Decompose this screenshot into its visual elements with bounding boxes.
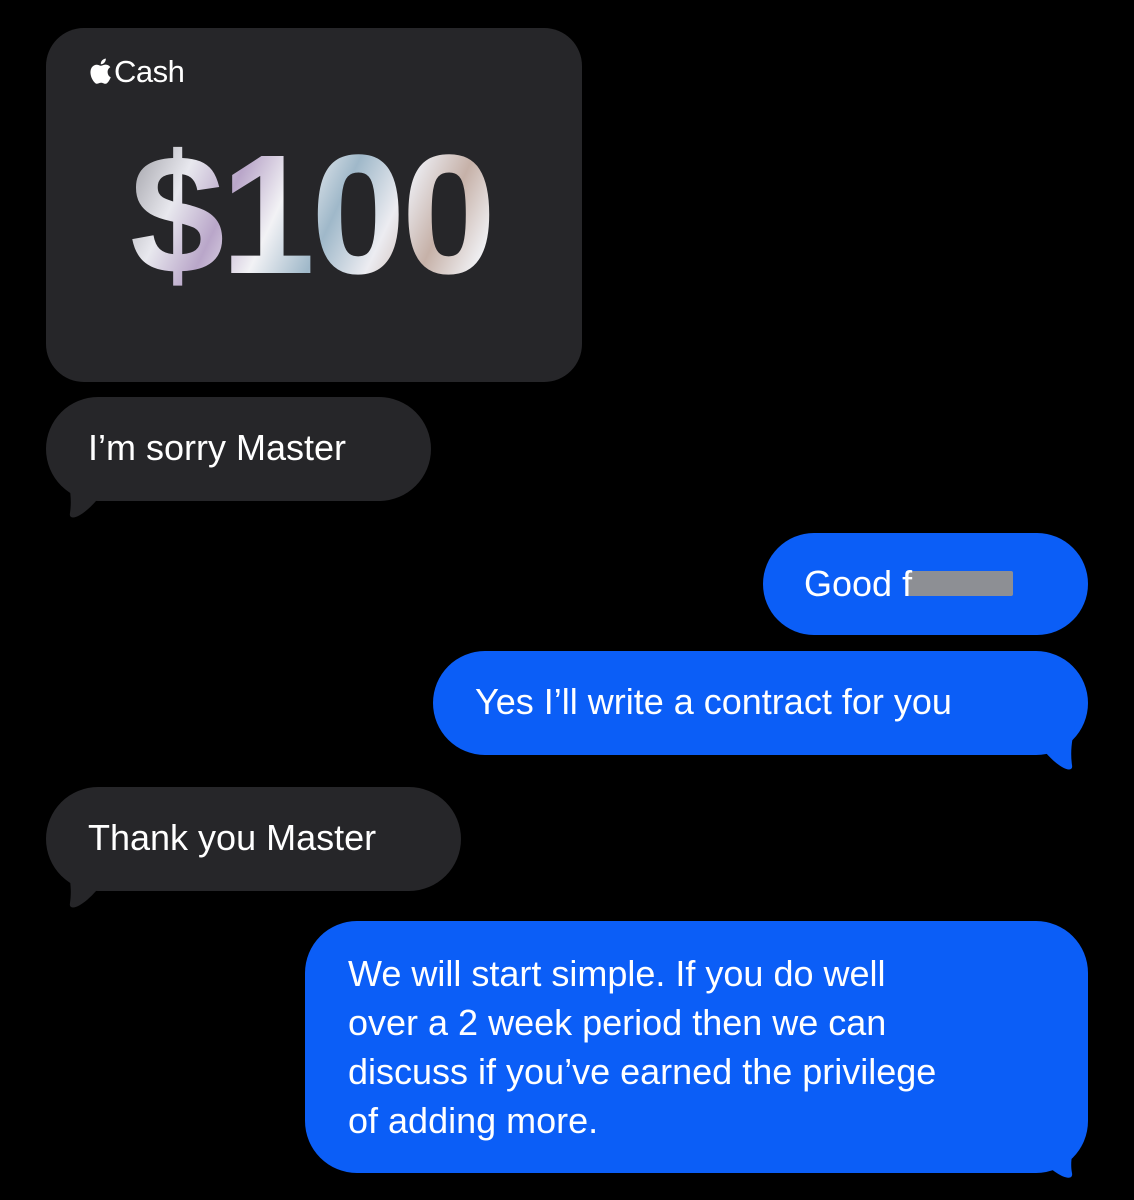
message-text: I’m sorry Master	[88, 427, 347, 468]
bubble-tail	[66, 469, 104, 518]
bubble-tail	[1038, 1139, 1076, 1178]
apple-cash-card[interactable]: Cash $100	[46, 28, 582, 382]
outgoing-message-bubble[interactable]: Good f	[763, 533, 1088, 635]
bubble-tail	[66, 859, 104, 908]
outgoing-message-bubble[interactable]: Yes I’ll write a contract for you	[433, 651, 1088, 770]
apple-icon	[90, 58, 111, 84]
cash-amount: $100	[130, 120, 496, 310]
message-text: Good f	[804, 563, 913, 604]
incoming-message-bubble[interactable]: Thank you Master	[46, 787, 461, 908]
message-text: Thank you Master	[88, 817, 377, 858]
apple-cash-brand: Cash	[88, 54, 185, 90]
incoming-message-bubble[interactable]: I’m sorry Master	[46, 397, 431, 518]
apple-cash-label: Cash	[114, 54, 185, 89]
message-thread[interactable]: Cash $100 I’m sorry Master Good f Yes I’…	[0, 0, 1134, 1200]
message-text: Yes I’ll write a contract for you	[475, 681, 952, 722]
redaction-box	[906, 570, 1014, 596]
bubble-tail	[1038, 721, 1076, 770]
outgoing-message-bubble[interactable]: We will start simple. If you do well ove…	[305, 921, 1088, 1178]
message-text: We will start simple. If you do well ove…	[348, 953, 937, 1141]
